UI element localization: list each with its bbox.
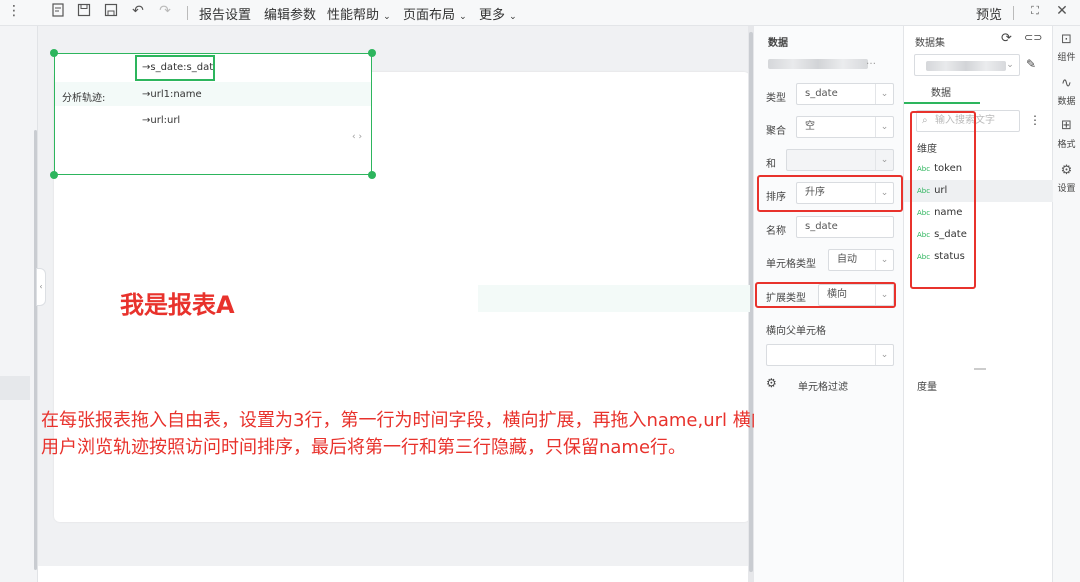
property-panel: 数据 … 类型 s_date ⌄ 聚合 空 ⌄ 和 ⌄ 排序 升序 ⌄ 名称 s_da… <box>754 26 904 582</box>
fullscreen-icon[interactable]: ⛶ <box>1027 3 1043 19</box>
chevron-down-icon: ⌄ <box>875 183 893 203</box>
name-label: 名称 <box>766 226 786 237</box>
cell-s-date[interactable]: →s_date:s_dat <box>142 62 213 73</box>
section-title: 数据 <box>768 38 788 49</box>
settings-icon[interactable]: ⚙ <box>1053 163 1080 178</box>
more-vertical-icon[interactable]: ⋮ <box>6 3 22 19</box>
chevron-down-icon: ⌄ <box>875 84 893 104</box>
component-icon[interactable]: ⊡ <box>1053 32 1080 47</box>
cell-type-select[interactable]: 自动 ⌄ <box>828 249 894 271</box>
fields-highlight-box <box>910 111 976 289</box>
dataset-name-blurred <box>768 59 868 69</box>
tab-data[interactable]: 数据 <box>931 84 951 99</box>
undo-icon[interactable]: ↶ <box>130 3 146 19</box>
tab-underline <box>904 102 980 104</box>
aggregate-label: 聚合 <box>766 126 786 137</box>
right-icon-bar: ⊡ 组件 ∿ 数据 ⊞ 格式 ⚙ 设置 <box>1053 26 1080 582</box>
menu-more-label: 更多 <box>479 8 506 23</box>
sum-select[interactable]: ⌄ <box>786 149 894 171</box>
rightbar-data[interactable]: 数据 <box>1053 94 1080 107</box>
dataset-panel: 数据集 ⟳ ⊂⊃ ⌄ ✎ 数据 ⌕ 输入搜索文字 ⋮ 维度 Abc token Ab… <box>904 26 1053 582</box>
preview-button[interactable]: 预览 <box>976 4 1002 23</box>
type-label: 类型 <box>766 93 786 104</box>
menu-performance-help-label: 性能帮助 <box>327 8 380 23</box>
dataset-title: 数据集 <box>915 38 945 49</box>
top-toolbar: ⋮ ↶ ↷ 报告设置 编辑参数 性能帮助 ⌄ 页面布局 ⌄ 更多 ⌄ 预览 ⛶ … <box>0 0 1080 26</box>
cell-filter-link[interactable]: 单元格过滤 <box>798 378 848 393</box>
aggregate-select-value: 空 <box>805 121 815 132</box>
parent-cell-label: 横向父单元格 <box>766 326 826 337</box>
gear-icon[interactable]: ⚙ <box>766 376 777 390</box>
left-gutter <box>0 26 38 582</box>
expand-type-select[interactable]: 横向 ⌄ <box>818 284 894 306</box>
splitter-handle[interactable] <box>974 368 986 370</box>
cell-url[interactable]: →url:url <box>142 115 180 126</box>
chevron-down-icon: ⌄ <box>875 117 893 137</box>
menu-performance-help[interactable]: 性能帮助 ⌄ <box>327 4 391 23</box>
chevron-down-icon: ⌄ <box>509 12 517 22</box>
save-icon[interactable] <box>76 3 92 19</box>
highlight-band <box>478 285 750 312</box>
link-dataset-icon[interactable]: ⊂⊃ <box>1024 31 1042 44</box>
resize-handle[interactable] <box>368 49 376 57</box>
data-icon[interactable]: ∿ <box>1053 76 1080 91</box>
resize-handle[interactable] <box>50 171 58 179</box>
menu-edit-params[interactable]: 编辑参数 <box>264 4 316 23</box>
toolbar-divider <box>187 6 188 20</box>
edit-icon[interactable]: ✎ <box>1026 57 1036 71</box>
chevron-down-icon: ⌄ <box>1006 60 1014 70</box>
refresh-icon[interactable]: ⟳ <box>1001 31 1012 46</box>
toolbar-divider <box>1013 6 1014 20</box>
cell-type-label: 单元格类型 <box>766 259 816 270</box>
sum-label: 和 <box>766 159 776 170</box>
cell-type-select-value: 自动 <box>837 254 857 265</box>
cell-row-label[interactable]: 分析轨迹: <box>62 89 105 104</box>
parent-cell-select[interactable]: ⌄ <box>766 344 894 366</box>
rightbar-component[interactable]: 组件 <box>1053 50 1080 63</box>
canvas-left-scrollbar[interactable] <box>34 130 37 570</box>
expand-type-select-value: 横向 <box>827 289 847 300</box>
measure-label: 度量 <box>917 382 937 393</box>
sort-select[interactable]: 升序 ⌄ <box>796 182 894 204</box>
collapse-left-panel-button[interactable]: ‹ <box>36 268 46 306</box>
close-icon[interactable]: ✕ <box>1054 3 1070 19</box>
chevron-down-icon: ⌄ <box>875 150 893 170</box>
chevron-down-icon: ⌄ <box>875 345 893 365</box>
expand-type-label: 扩展类型 <box>766 293 806 304</box>
name-input[interactable]: s_date <box>796 216 894 238</box>
resize-handle[interactable] <box>50 49 58 57</box>
dataset-select[interactable]: ⌄ <box>914 54 1020 76</box>
new-report-icon[interactable] <box>50 3 66 19</box>
chevron-down-icon: ⌄ <box>459 12 467 22</box>
more-options-icon[interactable]: ⋮ <box>1029 113 1041 127</box>
ellipsis: … <box>866 56 876 67</box>
chevron-down-icon: ⌄ <box>875 285 893 305</box>
gutter-highlight <box>0 376 30 400</box>
chevron-down-icon: ⌄ <box>383 12 391 22</box>
menu-page-layout-label: 页面布局 <box>403 8 456 23</box>
rightbar-settings[interactable]: 设置 <box>1053 181 1080 194</box>
sort-label: 排序 <box>766 192 786 203</box>
save-as-icon[interactable] <box>103 3 119 19</box>
rightbar-format[interactable]: 格式 <box>1053 137 1080 150</box>
chevron-left-icon: ‹ <box>39 282 43 291</box>
menu-more[interactable]: 更多 ⌄ <box>479 4 517 23</box>
menu-report-settings[interactable]: 报告设置 <box>199 4 251 23</box>
next-page-edge <box>38 566 750 582</box>
cell-name[interactable]: →url1:name <box>142 89 202 100</box>
redo-icon[interactable]: ↷ <box>157 3 173 19</box>
page-arrows-icon[interactable]: ‹ › <box>352 132 362 142</box>
report-name-annotation: 我是报表A <box>120 291 235 319</box>
aggregate-select[interactable]: 空 ⌄ <box>796 116 894 138</box>
type-select[interactable]: s_date ⌄ <box>796 83 894 105</box>
chevron-down-icon: ⌄ <box>875 250 893 270</box>
menu-page-layout[interactable]: 页面布局 ⌄ <box>403 4 467 23</box>
type-select-value: s_date <box>805 88 838 99</box>
sort-select-value: 升序 <box>805 187 825 198</box>
format-icon[interactable]: ⊞ <box>1053 118 1080 133</box>
resize-handle[interactable] <box>368 171 376 179</box>
